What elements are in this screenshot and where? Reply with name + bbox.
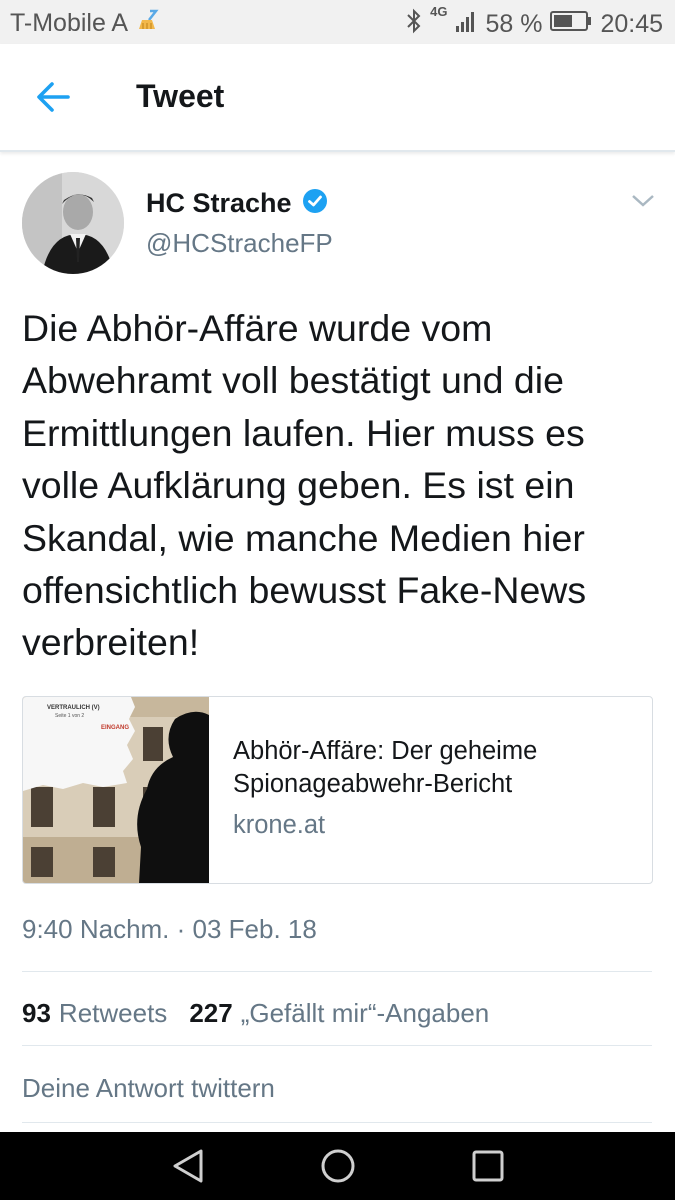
tweet-timestamp: 9:40 Nachm. · 03 Feb. 18 [22,914,317,944]
link-card-domain: krone.at [233,811,326,839]
nav-back-button[interactable] [168,1146,208,1186]
link-card-title: Abhör-Affäre: Der geheime Spionageabwehr… [233,735,633,801]
battery-icon [550,10,592,39]
nav-recents-button[interactable] [468,1146,508,1186]
likes-label: „Gefällt mir“-Angaben [240,998,490,1028]
likes-stat[interactable]: 227 „Gefällt mir“-Angaben [189,998,489,1029]
retweets-label: Retweets [58,998,168,1028]
tweet-stats: 93 Retweets 227 „Gefällt mir“-Angaben [22,998,489,1029]
likes-count: 227 [189,998,233,1028]
link-card-title-line: Spionageabwehr-Bericht [233,770,513,798]
carrier-label: T-Mobile A [10,9,129,37]
document-stamp-text: EINGANG [101,725,130,731]
page-title: Tweet [136,78,225,114]
divider [22,1122,652,1123]
tweet-text-line: volle Aufklärung geben. Es ist ein [22,464,575,507]
divider [22,971,652,972]
author-name-row[interactable]: HC Strache [146,188,328,219]
link-card[interactable]: VERTRAULICH (V) Seite 1 von 2 EINGANG Ab… [22,696,653,884]
tweet-menu-button[interactable] [630,192,656,210]
arrow-left-icon [37,82,70,112]
back-button[interactable] [28,72,78,122]
tweet-text-line: offensichtlich bewusst Fake-News [22,569,587,612]
chevron-down-icon [632,195,654,207]
divider [22,1045,652,1046]
broom-icon [136,8,160,39]
app-bar: Tweet [0,44,675,152]
document-subheader-text: Seite 1 von 2 [55,713,85,719]
tweet-text-line: Abwehramt voll bestätigt und die [22,359,564,402]
battery-percent: 58 % [485,10,543,38]
avatar[interactable] [22,172,124,274]
tweet-text-line: verbreiten! [22,621,200,664]
tweet-text-line: Skandal, wie manche Medien hier [22,516,585,559]
system-nav-bar [0,1132,675,1200]
circle-home-icon [321,1149,355,1183]
tweet-text-line: Die Abhör-Affäre wurde vom [22,307,493,349]
status-bar: T-Mobile A 4G 58 % 20:45 [0,0,675,44]
retweets-count: 93 [22,998,51,1028]
retweets-stat[interactable]: 93 Retweets [22,998,167,1029]
author-handle[interactable]: @HCStracheFP [146,228,333,259]
triangle-back-icon [173,1149,203,1183]
link-card-image: VERTRAULICH (V) Seite 1 von 2 EINGANG [23,697,209,883]
tweet-text: Die Abhör-Affäre wurde vom Abwehramt vol… [22,302,662,669]
document-header-text: VERTRAULICH (V) [47,705,100,711]
nav-home-button[interactable] [318,1146,358,1186]
author-name: HC Strache [146,188,292,218]
signal-icon [455,9,477,40]
link-card-title-line: Abhör-Affäre: Der geheime [233,737,538,765]
square-recents-icon [472,1150,504,1182]
tweet-text-line: Ermittlungen laufen. Hier muss es [22,411,585,454]
clock-label: 20:45 [600,10,663,38]
bluetooth-icon [406,8,422,41]
reply-input[interactable]: Deine Antwort twittern [22,1073,652,1104]
network-label: 4G [430,4,448,19]
verified-badge-icon [302,188,328,219]
